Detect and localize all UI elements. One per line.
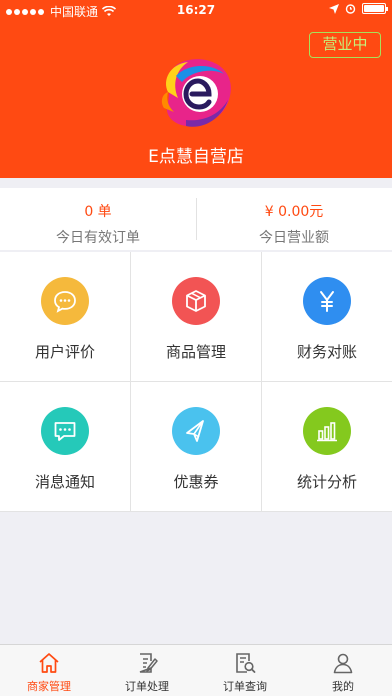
tab-label: 我的 bbox=[332, 680, 354, 693]
tab-mine[interactable]: 我的 bbox=[294, 645, 392, 696]
stat-valid-orders[interactable]: 0 单 今日有效订单 bbox=[0, 188, 196, 250]
grid-item-user-reviews[interactable]: 用户评价 bbox=[0, 252, 130, 381]
grid-item-coupons[interactable]: 优惠券 bbox=[131, 382, 261, 511]
home-icon bbox=[39, 653, 59, 673]
store-name: E点慧自营店 bbox=[148, 147, 244, 167]
status-right bbox=[329, 3, 388, 14]
user-icon bbox=[333, 653, 353, 674]
stat-value: ¥ 0.00元 bbox=[264, 204, 324, 220]
search-document-icon bbox=[236, 653, 256, 673]
grid-label: 统计分析 bbox=[296, 473, 357, 491]
location-arrow-icon bbox=[329, 3, 339, 14]
bottom-tab-bar: 商家管理 订单处理 订单查询 我的 bbox=[0, 644, 392, 696]
grid-item-finance-reconciliation[interactable]: 财务对账 bbox=[262, 252, 392, 381]
box-icon bbox=[172, 277, 220, 325]
grid-label: 用户评价 bbox=[34, 343, 95, 361]
stat-value: 0 单 bbox=[84, 204, 112, 220]
tab-order-processing[interactable]: 订单处理 bbox=[98, 645, 196, 696]
grid-label: 消息通知 bbox=[34, 473, 95, 491]
tab-label: 订单处理 bbox=[125, 680, 169, 693]
tab-label: 订单查询 bbox=[223, 680, 267, 693]
battery-icon bbox=[362, 3, 388, 14]
alarm-icon bbox=[345, 4, 356, 14]
grid-item-product-management[interactable]: 商品管理 bbox=[131, 252, 261, 381]
message-icon bbox=[41, 407, 89, 455]
today-stats: 0 单 今日有效订单 ¥ 0.00元 今日营业额 bbox=[0, 188, 392, 250]
paper-plane-icon bbox=[172, 407, 220, 455]
stat-label: 今日有效订单 bbox=[56, 230, 140, 246]
store-logo bbox=[161, 59, 231, 127]
store-header: 中国联通 16:27 营业中 E点慧自营店 bbox=[0, 0, 392, 178]
function-grid: 用户评价 商品管理 财务对账 消息通知 优惠券 统计分析 bbox=[0, 252, 392, 512]
grid-item-message-notifications[interactable]: 消息通知 bbox=[0, 382, 130, 511]
yuan-icon bbox=[303, 277, 351, 325]
tab-merchant-management[interactable]: 商家管理 bbox=[0, 645, 98, 696]
business-status-button[interactable]: 营业中 bbox=[309, 32, 381, 58]
grid-label: 财务对账 bbox=[296, 343, 357, 361]
tab-order-query[interactable]: 订单查询 bbox=[196, 645, 294, 696]
bar-chart-icon bbox=[303, 407, 351, 455]
stat-revenue[interactable]: ¥ 0.00元 今日营业额 bbox=[196, 188, 392, 250]
chat-bubble-icon bbox=[41, 277, 89, 325]
grid-item-statistics[interactable]: 统计分析 bbox=[262, 382, 392, 511]
tab-label: 商家管理 bbox=[27, 680, 71, 693]
grid-label: 商品管理 bbox=[165, 343, 226, 361]
stat-label: 今日营业额 bbox=[259, 230, 329, 246]
status-bar: 中国联通 16:27 bbox=[0, 0, 392, 20]
edit-order-icon bbox=[139, 653, 158, 673]
grid-label: 优惠券 bbox=[173, 473, 219, 491]
